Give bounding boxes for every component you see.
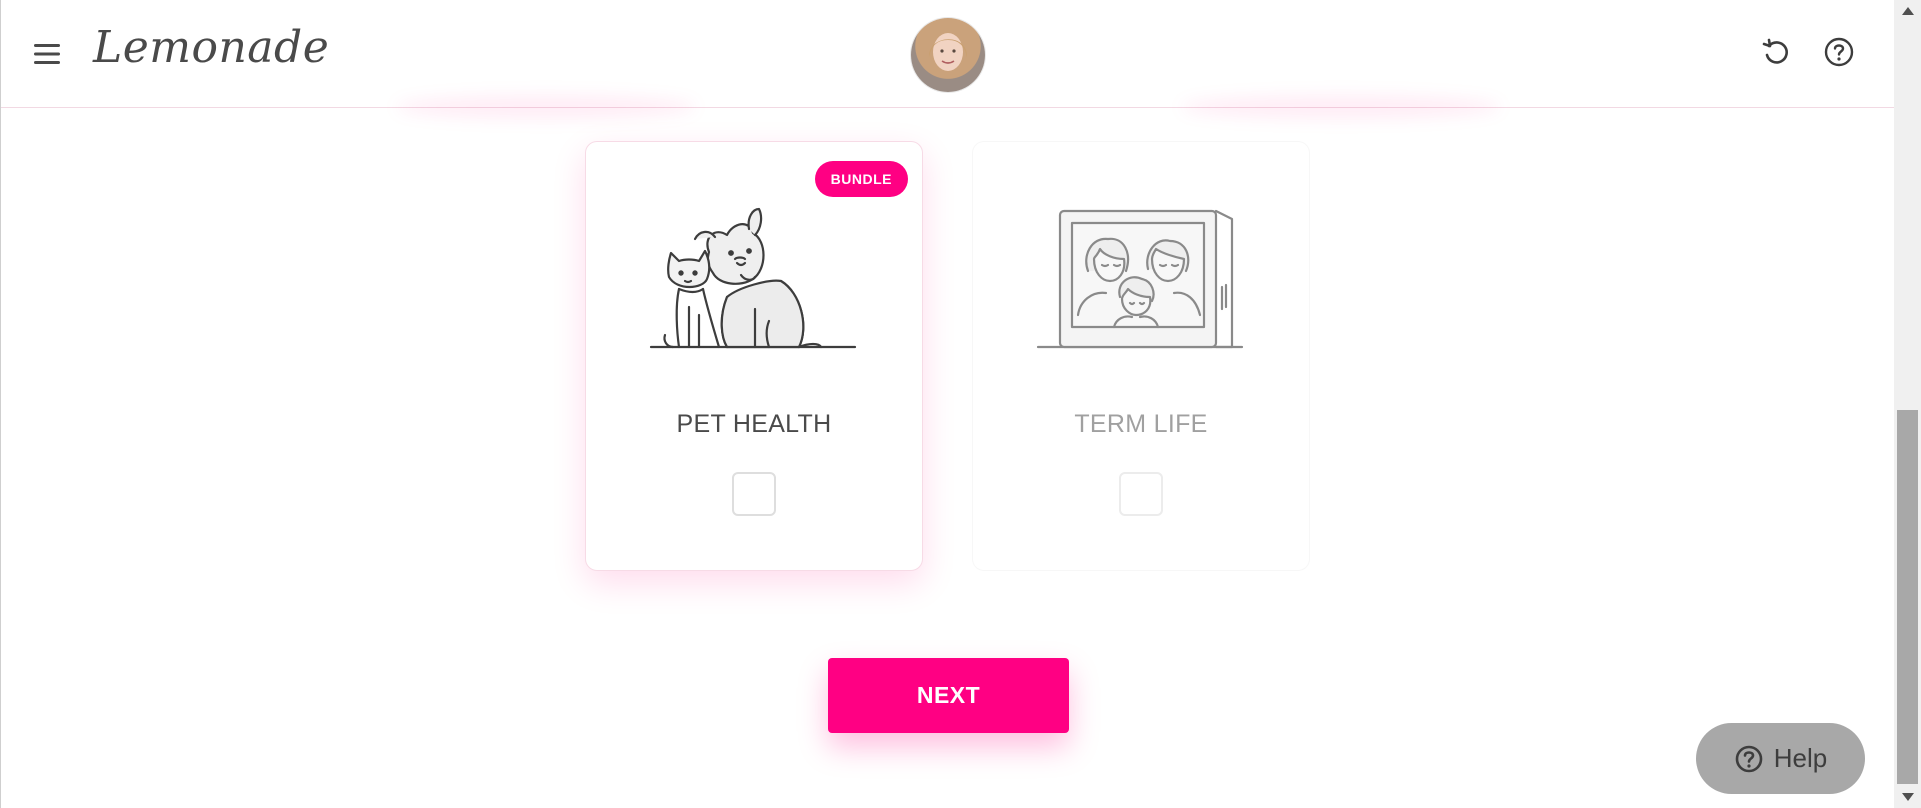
- help-header-button[interactable]: [1821, 34, 1857, 70]
- top-header: Lemonade: [1, 0, 1895, 108]
- avatar-portrait: [928, 33, 968, 71]
- undo-button[interactable]: [1758, 34, 1794, 70]
- pets-icon: [649, 197, 859, 362]
- product-card-pet-health[interactable]: BUNDLE PET HEALTH: [585, 141, 923, 571]
- menu-button[interactable]: [31, 38, 63, 70]
- vertical-scrollbar[interactable]: [1894, 0, 1921, 808]
- product-title: PET HEALTH: [676, 410, 832, 438]
- product-checkbox[interactable]: [1119, 472, 1163, 516]
- family-portrait-icon: [1036, 197, 1246, 362]
- question-circle-icon: [1824, 37, 1854, 67]
- product-checkbox[interactable]: [732, 472, 776, 516]
- card-shadow-glow: [1181, 95, 1501, 119]
- triangle-up-icon: [1901, 7, 1914, 15]
- bundle-badge: BUNDLE: [814, 161, 908, 197]
- question-circle-icon: [1735, 745, 1763, 772]
- card-shadow-glow: [396, 95, 696, 119]
- help-label: Help: [1773, 743, 1828, 773]
- page: Lemonade BUNDLE PET HEALTH TERM LIFE NEX…: [0, 0, 1921, 808]
- avatar: [911, 18, 985, 92]
- help-widget-button[interactable]: Help: [1696, 723, 1865, 794]
- hamburger-menu-icon: [34, 44, 60, 64]
- product-title: TERM LIFE: [1074, 410, 1208, 438]
- scrollbar-thumb[interactable]: [1897, 410, 1918, 784]
- scroll-down-arrow[interactable]: [1894, 788, 1921, 806]
- triangle-down-icon: [1901, 793, 1914, 801]
- next-button[interactable]: NEXT: [828, 658, 1069, 733]
- lemonade-logo[interactable]: Lemonade: [93, 22, 329, 73]
- undo-icon: [1762, 38, 1788, 64]
- product-card-term-life[interactable]: TERM LIFE: [972, 141, 1310, 571]
- scroll-up-arrow[interactable]: [1894, 2, 1921, 20]
